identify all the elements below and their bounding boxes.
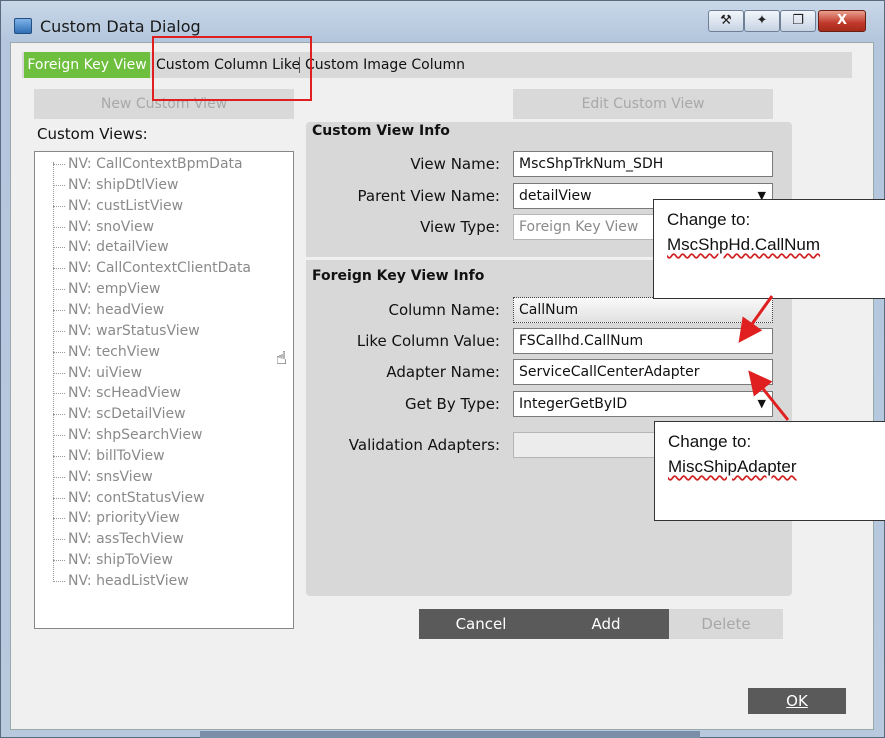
parent-view-name-label: Parent View Name: [357,187,500,205]
callout-value: MiscShipAdapter [668,457,797,476]
column-name-label: Column Name: [388,301,500,319]
adapter-name-label: Adapter Name: [386,363,500,381]
edit-custom-view-button[interactable]: Edit Custom View [513,89,773,119]
tree-item[interactable]: NV: headView [53,300,164,321]
tree-item-label: NV: custListView [68,197,184,214]
tree-item[interactable]: NV: snoView [53,217,154,238]
tree-item[interactable]: NV: contStatusView [53,488,205,509]
title-bar[interactable]: Custom Data Dialog ⚒ ✦ ❐ X [0,0,885,38]
validation-adapters-label: Validation Adapters: [348,436,500,454]
tree-item-label: NV: shpSearchView [68,427,203,444]
custom-views-label: Custom Views: [37,125,148,143]
tree-item[interactable]: NV: headListView [53,571,189,592]
tree-item[interactable]: NV: billToView [53,446,165,467]
tree-item-label: NV: CallContextClientData [68,260,252,277]
close-button[interactable]: X [818,10,866,32]
tree-item[interactable]: NV: warStatusView [53,321,200,342]
tree-item[interactable]: NV: detailView [53,237,169,258]
tree-item[interactable]: NV: uiView [53,363,142,384]
tree-item-label: NV: snsView [68,468,153,485]
tree-item-label: NV: shipToView [68,552,173,569]
tab-foreign-key-view[interactable]: Foreign Key View [24,52,150,78]
tree-item[interactable]: NV: custListView [53,196,183,217]
move-button[interactable]: ✦ [744,10,780,32]
tree-item-label: NV: shipDtlView [68,176,179,193]
like-column-value-label: Like Column Value: [356,332,500,350]
tree-item[interactable]: NV: priorityView [53,508,180,529]
column-name-field[interactable]: CallNum [513,297,773,323]
tree-item[interactable]: NV: snsView [53,467,153,488]
tree-item[interactable]: NV: scDetailView [53,404,186,425]
tree-item-label: NV: billToView [68,447,165,464]
tree-item-label: NV: scDetailView [68,406,186,423]
restore-button[interactable]: ❐ [780,10,816,32]
tree-item[interactable]: NV: scHeadView [53,383,181,404]
tree-item-label: NV: warStatusView [68,322,200,339]
add-button[interactable]: Add [543,609,669,639]
callout-like-column: Change to: MscShpHd.CallNum [653,199,885,299]
tree-item-label: NV: uiView [68,364,143,381]
callout-heading: Change to: [667,210,751,229]
tree-item-label: NV: headListView [68,573,189,589]
get-by-type-label: Get By Type: [405,395,500,413]
tree-item[interactable]: NV: techView [53,342,160,363]
tree-item-label: NV: techView [68,343,160,360]
app-icon [14,18,32,34]
tree-item-label: NV: assTechView [68,531,184,548]
cancel-button[interactable]: Cancel [419,609,543,639]
tree-item-label: NV: contStatusView [68,489,205,506]
tab-custom-image-column[interactable]: Custom Image Column [305,52,465,78]
view-name-field[interactable]: MscShpTrkNum_SDH [513,151,773,177]
tree-item[interactable]: NV: shipDtlView [53,175,178,196]
tree-item-label: NV: priorityView [68,510,180,527]
delete-button[interactable]: Delete [669,609,783,639]
window-title: Custom Data Dialog [40,17,201,36]
tree-item-label: NV: CallContextBpmData [68,156,243,172]
tree-item[interactable]: NV: empView [53,279,160,300]
get-by-type-select[interactable]: IntegerGetByID [513,391,773,417]
tree-item[interactable]: NV: assTechView [53,529,184,550]
tree-item-label: NV: empView [68,281,161,298]
tree-item-label: NV: snoView [68,218,155,235]
tree-item-label: NV: headView [68,301,165,318]
ok-button[interactable]: OK [748,688,846,714]
view-type-label: View Type: [420,218,500,236]
custom-view-info-heading: Custom View Info [312,123,450,139]
foreign-key-view-info-heading: Foreign Key View Info [312,268,485,284]
pin-button[interactable]: ⚒ [708,10,744,32]
callout-value: MscShpHd.CallNum [667,235,821,254]
view-name-label: View Name: [410,155,500,173]
tree-item[interactable]: NV: CallContextClientData [53,258,251,279]
adapter-name-field[interactable]: ServiceCallCenterAdapter [513,359,773,385]
taskbar-strip [200,731,700,738]
tree-item[interactable]: NV: shpSearchView [53,425,202,446]
callout-adapter-name: Change to: MiscShipAdapter [654,421,885,521]
tab-highlight-annotation [152,36,312,101]
callout-heading: Change to: [668,432,752,451]
tree-item-label: NV: scHeadView [68,385,181,402]
tree-item-label: NV: detailView [68,239,169,256]
like-column-value-field[interactable]: FSCallhd.CallNum [513,328,773,354]
hand-cursor-icon: ☝ [276,348,287,369]
tree-item[interactable]: NV: shipToView [53,550,173,571]
tree-item[interactable]: NV: CallContextBpmData [53,154,243,175]
custom-views-tree[interactable]: NV: CallContextBpmData NV: shipDtlView NV:… [34,151,294,629]
